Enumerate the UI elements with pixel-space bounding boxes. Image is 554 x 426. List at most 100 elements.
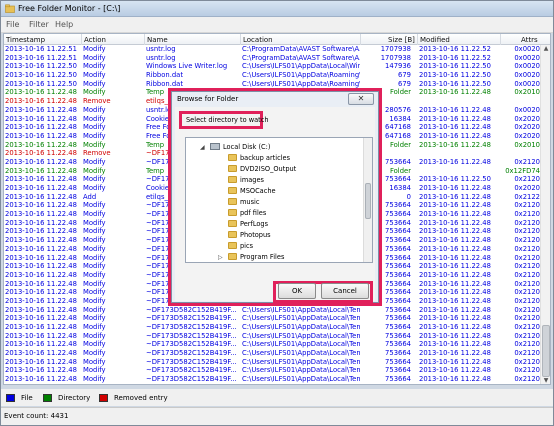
cell-attrs: 0x2010 — [514, 140, 540, 149]
cell-modified: 2013-10-16 11.22.48 — [419, 270, 491, 279]
cell-modified: 2013-10-16 11.22.48 — [419, 105, 491, 114]
col-action[interactable]: Action — [84, 36, 106, 44]
legend-label-removed: Removed entry — [114, 394, 168, 402]
cell-action: Modify — [83, 175, 106, 184]
cell-modified: 2013-10-16 11.22.48 — [419, 88, 491, 97]
table-row[interactable]: 2013-10-16 11.22.48 Modify ~DF173D582C152B… — [4, 306, 541, 315]
vertical-scrollbar[interactable]: ▲ ▼ — [540, 45, 550, 384]
tree-node-folder[interactable]: DVD2ISO_Output — [228, 164, 296, 175]
tree-node-folder[interactable]: images — [228, 175, 264, 186]
col-size[interactable]: Size [B] — [388, 36, 415, 44]
legend-swatch-directory — [43, 394, 52, 402]
table-row[interactable]: 2013-10-16 11.22.48 Modify ~DF173D582C152B… — [4, 323, 541, 332]
tree-scrollbar-thumb[interactable] — [365, 183, 371, 219]
cell-attrs: 0x2120 — [514, 296, 540, 305]
tree-node-label: Photopus — [240, 231, 271, 239]
table-row[interactable]: 2013-10-16 11.22.51 Modify usntr.log C:\Pro… — [4, 54, 541, 63]
cell-timestamp: 2013-10-16 11.22.48 — [5, 236, 77, 245]
cell-name: ~DF173D582C152B419F... — [146, 375, 237, 384]
cell-timestamp: 2013-10-16 11.22.48 — [5, 279, 77, 288]
table-row[interactable]: 2013-10-16 11.22.51 Modify usntr.log C:\Pro… — [4, 45, 541, 54]
cell-name: usntr.log — [146, 45, 176, 53]
table-row[interactable]: 2013-10-16 11.22.48 Modify ~DF173D582C152B… — [4, 349, 541, 358]
cell-location: C:\ProgramData\AVAST Software\A... — [242, 45, 360, 53]
tree-node-folder[interactable]: pics — [228, 241, 253, 252]
tree-node-drive[interactable]: Local Disk (C:) — [210, 142, 270, 153]
cell-timestamp: 2013-10-16 11.22.48 — [5, 270, 77, 279]
cell-timestamp: 2013-10-16 11.22.48 — [5, 210, 77, 219]
cell-action: Modify — [83, 53, 106, 62]
cell-attrs: 0x2120 — [514, 201, 540, 210]
cell-timestamp: 2013-10-16 11.22.48 — [5, 114, 77, 123]
tree-node-label: images — [240, 176, 264, 184]
cell-attrs: 0x0020 — [514, 105, 540, 114]
cell-action: Modify — [83, 218, 106, 227]
cell-action: Add — [83, 192, 97, 201]
cell-modified: 2013-10-16 11.22.48 — [419, 340, 491, 349]
cell-timestamp: 2013-10-16 11.22.48 — [5, 218, 77, 227]
tree-node-folder[interactable]: PerfLogs — [228, 219, 268, 230]
table-row[interactable]: 2013-10-16 11.22.48 Modify ~DF173D582C152B… — [4, 340, 541, 349]
menu-help[interactable]: Help — [55, 20, 73, 29]
cell-timestamp: 2013-10-16 11.22.48 — [5, 123, 77, 132]
cell-size: 753664 — [385, 323, 411, 331]
folder-icon — [228, 220, 237, 227]
cell-attrs: 0x2120 — [514, 331, 540, 340]
scroll-up-arrow-icon[interactable]: ▲ — [542, 45, 550, 54]
table-row[interactable]: 2013-10-16 11.22.48 Modify ~DF173D582C152B… — [4, 366, 541, 375]
cell-name: ~DF173D582C152B419F... — [146, 357, 237, 366]
table-row[interactable]: 2013-10-16 11.22.50 Modify Windows Live Wr… — [4, 62, 541, 71]
table-row[interactable]: 2013-10-16 11.22.48 Modify ~DF173D582C152B… — [4, 375, 541, 384]
table-row[interactable]: 2013-10-16 11.22.48 Modify ~DF173D582C152B… — [4, 332, 541, 341]
tree-node-folder[interactable]: MSOCache — [228, 186, 276, 197]
col-timestamp[interactable]: Timestamp — [6, 36, 45, 44]
cell-modified: 2013-10-16 11.22.48 — [419, 366, 491, 375]
cell-location: C:\Users\ILFS01\AppData\Local\Temp\ — [242, 340, 360, 349]
folder-icon — [228, 231, 237, 238]
col-location[interactable]: Location — [243, 36, 273, 44]
cell-location: C:\Users\ILFS01\AppData\Roaming\... — [242, 71, 360, 80]
tree-node-folder[interactable]: music — [228, 197, 260, 208]
cell-modified: 2013-10-16 11.22.48 — [419, 375, 491, 384]
table-row[interactable]: 2013-10-16 11.22.48 Modify ~DF173D582C152B… — [4, 358, 541, 367]
tree-node-folder[interactable]: pdf files — [228, 208, 266, 219]
collapsed-arrow-icon[interactable]: ▷ — [218, 254, 223, 261]
cell-modified: 2013-10-16 11.22.48 — [419, 192, 491, 201]
tree-node-folder[interactable]: backup articles — [228, 153, 290, 164]
cell-location: C:\Users\ILFS01\AppData\Local\Temp\ — [242, 349, 360, 358]
cell-action: Modify — [83, 314, 106, 323]
tree-scrollbar[interactable] — [363, 138, 372, 262]
cell-attrs: 0x2120 — [514, 210, 540, 219]
tree-node-label: PerfLogs — [240, 220, 269, 228]
col-modified[interactable]: Modified — [420, 36, 450, 44]
ok-button[interactable]: OK — [278, 283, 316, 299]
folder-icon — [228, 154, 237, 161]
menu-file[interactable]: File — [6, 20, 19, 29]
menu-filter[interactable]: Filter — [29, 20, 49, 29]
scroll-down-arrow-icon[interactable]: ▼ — [542, 377, 550, 384]
cell-modified: 2013-10-16 11.22.48 — [419, 349, 491, 358]
table-row[interactable]: 2013-10-16 11.22.48 Modify ~DF173D582C152B… — [4, 314, 541, 323]
close-icon[interactable]: ✕ — [348, 93, 374, 105]
tree-node-folder[interactable]: Photopus — [228, 230, 271, 241]
col-name[interactable]: Name — [147, 36, 168, 44]
cell-modified: 2013-10-16 11.22.50 — [419, 71, 491, 80]
expanded-arrow-icon[interactable]: ◢ — [200, 144, 205, 151]
cell-action: Modify — [83, 114, 106, 123]
cell-action: Modify — [83, 45, 106, 53]
cancel-button[interactable]: Cancel — [321, 283, 369, 299]
cell-modified: 2013-10-16 11.22.48 — [419, 131, 491, 140]
cell-action: Modify — [83, 366, 106, 375]
title-bar[interactable]: Free Folder Monitor - [C:\] — [1, 1, 553, 17]
cell-modified: 2013-10-16 11.22.48 — [419, 218, 491, 227]
cell-name: ~DF173D582C152B419F... — [146, 305, 237, 314]
event-count: Event count: 4431 — [4, 412, 69, 420]
table-row[interactable]: 2013-10-16 11.22.50 Modify Ribbon.dat C:\Us… — [4, 71, 541, 80]
cell-timestamp: 2013-10-16 11.22.50 — [5, 62, 77, 71]
tree-node-label: MSOCache — [240, 187, 276, 195]
legend-label-directory: Directory — [58, 394, 91, 402]
scrollbar-thumb[interactable] — [542, 325, 550, 377]
tree-node-folder[interactable]: Program Files — [228, 252, 284, 262]
col-attrs[interactable]: Attrs — [521, 36, 538, 44]
cell-size: 753664 — [385, 340, 411, 349]
